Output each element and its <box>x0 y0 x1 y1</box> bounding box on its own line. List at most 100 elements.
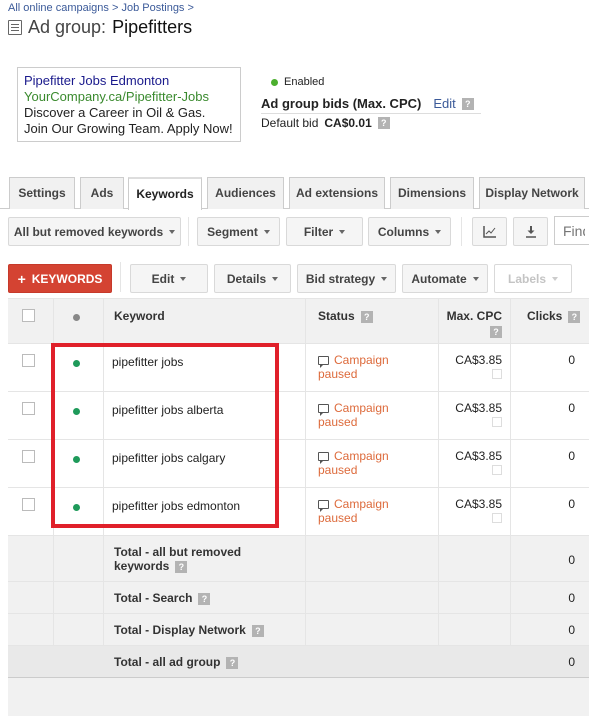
row-checkbox[interactable] <box>22 354 35 367</box>
row-checkbox[interactable] <box>22 402 35 415</box>
breadcrumb-separator: > <box>111 2 119 14</box>
tab-settings[interactable]: Settings <box>9 177 75 209</box>
clicks-header-label: Clicks <box>527 309 563 323</box>
page-title-name: Pipefitters <box>112 17 193 37</box>
ad-preview: Pipefitter Jobs Edmonton YourCompany.ca/… <box>17 67 241 142</box>
total-clicks-value: 0 <box>568 623 575 637</box>
max-cpc-value[interactable]: CA$3.85 <box>455 497 502 511</box>
chevron-down-icon <box>180 276 187 281</box>
download-icon <box>525 226 536 238</box>
toggle-graph-button[interactable] <box>472 217 507 246</box>
bid-simulator-icon[interactable] <box>492 369 502 379</box>
automate-button[interactable]: Automate <box>402 264 488 293</box>
clicks-column-header[interactable]: Clicks? <box>511 299 589 343</box>
edit-bids-link[interactable]: Edit <box>433 96 455 111</box>
ad-headline[interactable]: Pipefitter Jobs Edmonton <box>24 73 234 89</box>
help-icon[interactable]: ? <box>360 310 373 323</box>
max-cpc-value[interactable]: CA$3.85 <box>455 449 502 463</box>
help-icon[interactable]: ? <box>226 656 239 669</box>
clicks-value: 0 <box>568 449 575 463</box>
segment-button[interactable]: Segment <box>197 217 280 246</box>
line-chart-icon <box>482 226 496 238</box>
keyword-text[interactable]: pipefitter jobs edmonton <box>112 499 240 513</box>
help-icon[interactable]: ? <box>461 97 474 110</box>
edit-label: Edit <box>151 271 175 286</box>
max-cpc-value[interactable]: CA$3.85 <box>455 353 502 367</box>
bid-strategy-button[interactable]: Bid strategy <box>297 264 396 293</box>
help-icon[interactable]: ? <box>568 310 581 323</box>
chevron-down-icon <box>169 229 176 234</box>
help-icon[interactable]: ? <box>198 592 211 605</box>
find-input[interactable] <box>554 216 589 245</box>
help-icon[interactable]: ? <box>251 624 264 637</box>
total-clicks-value: 0 <box>568 655 575 669</box>
chevron-down-icon <box>381 276 388 281</box>
details-button[interactable]: Details <box>214 264 291 293</box>
total-label: Total - all ad group <box>114 655 221 669</box>
toolbar-divider <box>461 217 462 246</box>
breadcrumb-job-postings[interactable]: Job Postings <box>121 2 184 14</box>
add-keywords-label: KEYWORDS <box>31 271 103 286</box>
ad-group-status[interactable]: Enabled <box>271 76 324 88</box>
keyword-status[interactable]: Campaign paused <box>318 449 389 477</box>
keyword-filter-dropdown[interactable]: All but removed keywords <box>8 217 181 246</box>
edit-button[interactable]: Edit <box>130 264 208 293</box>
select-all-checkbox[interactable] <box>22 309 35 322</box>
bid-simulator-icon[interactable] <box>492 513 502 523</box>
bid-simulator-icon[interactable] <box>492 417 502 427</box>
breadcrumb-all-campaigns[interactable]: All online campaigns <box>8 2 109 14</box>
enabled-status-icon <box>271 78 278 86</box>
plus-icon: + <box>17 270 26 287</box>
toolbar-divider <box>188 217 189 246</box>
bid-simulator-icon[interactable] <box>492 465 502 475</box>
help-icon[interactable]: ? <box>175 560 188 573</box>
tab-audiences[interactable]: Audiences <box>207 177 284 209</box>
toolbar-divider <box>120 262 121 292</box>
download-button[interactable] <box>513 217 548 246</box>
row-checkbox[interactable] <box>22 498 35 511</box>
tab-dimensions[interactable]: Dimensions <box>390 177 474 209</box>
comment-icon <box>318 452 329 464</box>
chevron-down-icon <box>552 276 558 281</box>
keyword-filter-label: All but removed keywords <box>13 224 164 239</box>
ad-group-icon <box>8 20 22 35</box>
automate-label: Automate <box>411 271 467 286</box>
breadcrumb: All online campaigns > Job Postings > <box>8 2 194 14</box>
keyword-status[interactable]: Campaign paused <box>318 497 389 525</box>
status-column-header[interactable]: Status? <box>306 299 439 343</box>
filter-button[interactable]: Filter <box>286 217 363 246</box>
chevron-down-icon <box>435 229 442 234</box>
max-cpc-header-label: Max. CPC <box>446 309 502 323</box>
enabled-status-icon <box>73 456 80 463</box>
help-icon[interactable]: ? <box>377 117 390 129</box>
max-cpc-value[interactable]: CA$3.85 <box>455 401 502 415</box>
default-bid-value: CA$0.01 <box>324 116 372 130</box>
keyword-text[interactable]: pipefitter jobs alberta <box>112 403 223 417</box>
keyword-status[interactable]: Campaign paused <box>318 353 389 381</box>
help-icon[interactable]: ? <box>490 326 502 339</box>
max-cpc-column-header[interactable]: Max. CPC? <box>439 299 511 343</box>
tab-ad-extensions[interactable]: Ad extensions <box>289 177 385 209</box>
add-keywords-button[interactable]: + KEYWORDS <box>8 264 112 293</box>
chevron-down-icon <box>263 229 270 234</box>
ad-group-bids-heading: Ad group bids (Max. CPC) Edit ? <box>261 96 481 114</box>
table-row: pipefitter jobs edmonton Campaign paused … <box>8 488 589 536</box>
enabled-status-icon <box>73 408 80 415</box>
status-column-icon <box>73 314 80 321</box>
comment-icon <box>318 356 329 368</box>
keyword-text[interactable]: pipefitter jobs <box>112 355 183 369</box>
keyword-column-header[interactable]: Keyword <box>104 299 306 343</box>
table-row: pipefitter jobs alberta Campaign paused C… <box>8 392 589 440</box>
columns-button[interactable]: Columns <box>368 217 451 246</box>
tab-display-network[interactable]: Display Network <box>479 177 585 209</box>
row-checkbox[interactable] <box>22 450 35 463</box>
tab-ads[interactable]: Ads <box>80 177 124 209</box>
filter-label: Filter <box>303 224 334 239</box>
labels-button[interactable]: Labels <box>494 264 572 293</box>
details-label: Details <box>226 271 267 286</box>
default-bid-label: Default bid <box>261 116 319 130</box>
total-clicks-value: 0 <box>568 553 575 567</box>
keyword-text[interactable]: pipefitter jobs calgary <box>112 451 225 465</box>
tab-keywords[interactable]: Keywords <box>128 177 202 210</box>
keyword-status[interactable]: Campaign paused <box>318 401 389 429</box>
